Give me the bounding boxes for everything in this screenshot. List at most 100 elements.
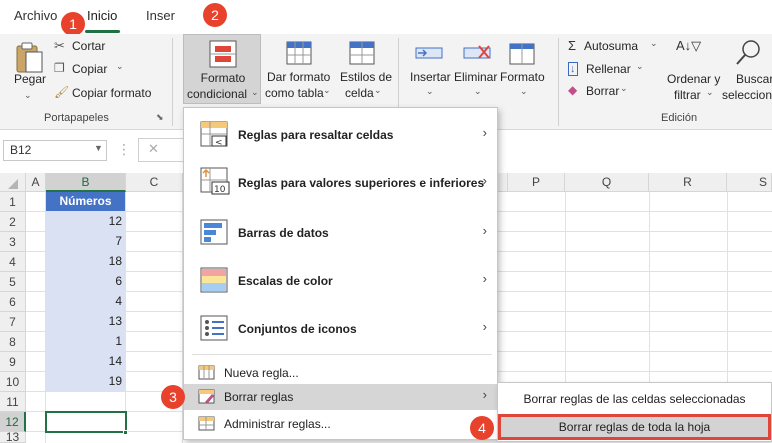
ribbon-separator xyxy=(558,38,559,126)
menu-item-clear-rules[interactable]: Borrar reglas › xyxy=(184,384,497,410)
fill-chevron-icon: ⌄ xyxy=(636,61,644,71)
submenu-chevron-icon: › xyxy=(482,173,487,188)
cell-styles-chevron-icon: ⌄ xyxy=(374,85,382,95)
format-table-label-1: Dar formato xyxy=(267,70,331,84)
value-cell[interactable]: 14 xyxy=(46,352,126,372)
conditional-format-label-2: condicional xyxy=(187,87,248,101)
row-header[interactable]: 7 xyxy=(0,312,26,332)
row-header[interactable]: 1 xyxy=(0,192,26,212)
select-all-corner[interactable] xyxy=(0,173,26,192)
column-a-cells[interactable] xyxy=(26,192,46,443)
row-header[interactable]: 11 xyxy=(0,392,26,412)
highlight-rules-icon: < xyxy=(200,121,228,148)
menu-item-highlight-rules[interactable]: < Reglas para resaltar celdas › xyxy=(184,114,497,154)
copy-chevron-icon: ⌄ xyxy=(116,61,124,71)
menu-item-color-scales[interactable]: Escalas de color › xyxy=(184,260,497,300)
right-area-cells[interactable] xyxy=(498,192,772,382)
data-bars-icon xyxy=(200,219,228,245)
clear-rules-entire-sheet[interactable]: Borrar reglas de toda la hoja xyxy=(498,414,771,440)
row-header[interactable]: 12 xyxy=(0,412,26,432)
submenu-chevron-icon: › xyxy=(482,271,487,286)
copy-button[interactable]: ❐ Copiar ⌄ xyxy=(54,61,134,79)
find-select-button[interactable]: Buscar seleccion xyxy=(722,38,772,106)
value-cell[interactable]: 12 xyxy=(46,212,126,232)
value-cell[interactable]: 4 xyxy=(46,292,126,312)
row-header[interactable]: 5 xyxy=(0,272,26,292)
active-cell-b12[interactable] xyxy=(45,411,127,433)
row-header[interactable]: 13 xyxy=(0,432,26,443)
column-header-p[interactable]: P xyxy=(508,173,565,192)
row-header[interactable]: 3 xyxy=(0,232,26,252)
magnifier-icon xyxy=(736,40,760,65)
cell-styles-button[interactable]: Estilos de celda ⌄ xyxy=(338,40,392,106)
tab-inicio[interactable]: Inicio xyxy=(87,8,117,23)
clear-rules-selected-cells[interactable]: Borrar reglas de las celdas seleccionada… xyxy=(498,386,771,412)
paste-label[interactable]: Pegar xyxy=(14,72,46,86)
select-all-triangle-icon xyxy=(7,179,18,189)
grid-line xyxy=(727,192,728,382)
top-bottom-rules-icon: 10 xyxy=(200,167,230,195)
step-badge-2: 2 xyxy=(203,3,227,27)
menu-item-label: Reglas para valores superiores e inferio… xyxy=(238,176,485,190)
cancel-entry-icon[interactable]: ✕ xyxy=(148,141,159,157)
cut-button[interactable]: ✂ Cortar xyxy=(54,38,105,56)
value-cell[interactable]: 18 xyxy=(46,252,126,272)
step-badge-1: 1 xyxy=(61,12,85,36)
cell-styles-label-2: celda xyxy=(345,86,374,100)
tab-insertar[interactable]: Inser xyxy=(146,8,175,23)
menu-item-new-rule[interactable]: Nueva regla... xyxy=(184,360,497,386)
formula-bar-drag-icon: ⋮ xyxy=(117,141,131,157)
format-painter-button[interactable]: 🖌 Copiar formato xyxy=(54,85,151,103)
row-header[interactable]: 9 xyxy=(0,352,26,372)
numbers-header-cell[interactable]: Números xyxy=(46,192,126,212)
row-header[interactable]: 8 xyxy=(0,332,26,352)
formula-bar-input[interactable] xyxy=(138,138,184,162)
sort-filter-button[interactable]: A↓▽ Ordenar y filtrar ⌄ xyxy=(664,38,720,106)
paste-chevron-icon[interactable]: ⌄ xyxy=(24,90,32,101)
delete-cells-button[interactable]: Eliminar ⌄ xyxy=(454,40,502,106)
menu-item-top-bottom-rules[interactable]: 10 Reglas para valores superiores e infe… xyxy=(184,162,497,202)
step-badge-3: 3 xyxy=(161,385,185,409)
value-cell[interactable]: 13 xyxy=(46,312,126,332)
value-cell[interactable]: 1 xyxy=(46,332,126,352)
clear-button[interactable]: ◆ Borrar ⌄ xyxy=(568,83,628,101)
dialog-launcher-icon[interactable]: ⬊ xyxy=(156,112,164,123)
menu-item-data-bars[interactable]: Barras de datos › xyxy=(184,212,497,252)
row-header[interactable]: 4 xyxy=(0,252,26,272)
insert-cells-button[interactable]: Insertar ⌄ xyxy=(406,40,452,106)
format-as-table-button[interactable]: Dar formato como tabla ⌄ xyxy=(265,40,335,106)
format-painter-icon: 🖌 xyxy=(54,85,70,99)
empty-cell[interactable] xyxy=(46,392,126,412)
column-header-q[interactable]: Q xyxy=(565,173,649,192)
row-header[interactable]: 2 xyxy=(0,212,26,232)
menu-item-manage-rules[interactable]: Administrar reglas... xyxy=(184,411,497,437)
format-cells-button[interactable]: Formato ⌄ xyxy=(500,40,548,106)
conditional-format-menu: < Reglas para resaltar celdas › 10 Regla… xyxy=(183,107,498,440)
column-header-s[interactable]: S xyxy=(727,173,772,192)
fill-button[interactable]: ↓ Rellenar ⌄ xyxy=(568,61,644,79)
conditional-format-icon xyxy=(209,40,237,68)
autosum-button[interactable]: Σ Autosuma ⌄ xyxy=(568,38,658,56)
value-cell[interactable]: 7 xyxy=(46,232,126,252)
column-header-b[interactable]: B xyxy=(46,173,126,192)
menu-item-label: Nueva regla... xyxy=(224,366,299,380)
svg-text:<: < xyxy=(215,138,223,148)
tab-archivo[interactable]: Archivo xyxy=(14,8,57,23)
value-cell[interactable]: 6 xyxy=(46,272,126,292)
insert-cells-icon xyxy=(415,47,443,59)
column-header-c[interactable]: C xyxy=(126,173,183,192)
eraser-icon: ◆ xyxy=(568,83,578,97)
paste-button[interactable] xyxy=(12,40,46,74)
delete-label: Eliminar xyxy=(454,70,498,84)
row-header[interactable]: 10 xyxy=(0,372,26,392)
column-header-r[interactable]: R xyxy=(649,173,727,192)
conditional-format-button[interactable]: Formato condicional ⌄ xyxy=(183,34,261,104)
value-cell[interactable]: 19 xyxy=(46,372,126,392)
fill-handle[interactable] xyxy=(123,430,128,435)
name-box-chevron-icon[interactable]: ▼ xyxy=(94,143,103,153)
column-header-o[interactable] xyxy=(498,173,508,192)
column-header-a[interactable]: A xyxy=(26,173,46,192)
name-box[interactable]: B12 xyxy=(3,140,107,161)
menu-item-icon-sets[interactable]: Conjuntos de iconos › xyxy=(184,308,497,348)
row-header[interactable]: 6 xyxy=(0,292,26,312)
